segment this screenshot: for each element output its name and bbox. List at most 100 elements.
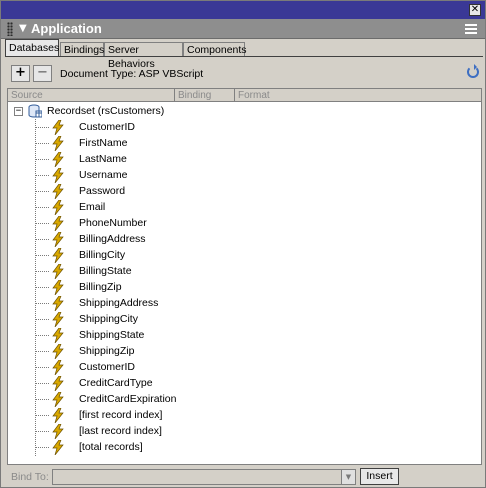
- column-binding[interactable]: Binding: [175, 89, 235, 102]
- field-label: CustomerID: [79, 121, 136, 133]
- field-item[interactable]: Email: [8, 199, 308, 216]
- document-type-label: Document Type: ASP VBScript: [60, 68, 204, 80]
- application-panel-window: ✕ ▼ Application Databases Bindings Serve…: [0, 0, 486, 488]
- column-header-row: Source Binding Format: [8, 89, 481, 102]
- tree-connector: [36, 351, 50, 352]
- field-item[interactable]: BillingState: [8, 263, 308, 280]
- tree-connector: [36, 159, 50, 160]
- field-item[interactable]: CustomerID: [8, 359, 308, 376]
- field-label: [first record index]: [79, 409, 163, 421]
- lightning-bolt-icon: [51, 359, 65, 376]
- tab-bindings[interactable]: Bindings: [60, 42, 104, 57]
- panel-header[interactable]: ▼ Application: [1, 19, 485, 39]
- options-menu-icon[interactable]: [465, 24, 477, 34]
- field-item[interactable]: BillingZip: [8, 279, 308, 296]
- lightning-bolt-icon: [51, 327, 65, 344]
- remove-button[interactable]: −: [33, 65, 52, 82]
- tab-components[interactable]: Components: [183, 42, 247, 57]
- add-button[interactable]: +: [11, 65, 30, 82]
- field-item[interactable]: ShippingState: [8, 327, 308, 344]
- close-button[interactable]: ✕: [469, 4, 481, 16]
- tab-databases[interactable]: Databases: [5, 39, 59, 57]
- field-label: BillingCity: [79, 249, 126, 261]
- bind-to-dropdown[interactable]: ▼: [52, 469, 356, 485]
- tree-connector: [36, 239, 50, 240]
- field-item[interactable]: BillingCity: [8, 247, 308, 264]
- field-label: CreditCardType: [79, 377, 153, 389]
- tree-connector: [36, 143, 50, 144]
- tree-connector: [36, 287, 50, 288]
- tab-server-behaviors[interactable]: Server Behaviors: [104, 42, 183, 70]
- field-label: [last record index]: [79, 425, 162, 437]
- tree-connector: [36, 367, 50, 368]
- bind-to-label: Bind To:: [11, 471, 49, 483]
- lightning-bolt-icon: [51, 231, 65, 248]
- field-item[interactable]: [first record index]: [8, 407, 308, 424]
- refresh-icon[interactable]: [467, 64, 479, 78]
- tree-connector: [36, 415, 50, 416]
- lightning-bolt-icon: [51, 263, 65, 280]
- tree-connector: [36, 271, 50, 272]
- panel-title[interactable]: Application: [31, 21, 102, 36]
- field-label: [total records]: [79, 441, 143, 453]
- tree-connector: [36, 431, 50, 432]
- lightning-bolt-icon: [51, 135, 65, 152]
- field-label: Email: [79, 201, 106, 213]
- toolbar: + − Document Type: ASP VBScript: [5, 59, 483, 87]
- lightning-bolt-icon: [51, 295, 65, 312]
- lightning-bolt-icon: [51, 343, 65, 360]
- field-item[interactable]: CreditCardType: [8, 375, 308, 392]
- tree-connector: [36, 175, 50, 176]
- field-item[interactable]: FirstName: [8, 135, 308, 152]
- field-item[interactable]: CreditCardExpiration: [8, 391, 308, 408]
- lightning-bolt-icon: [51, 215, 65, 232]
- lightning-bolt-icon: [51, 375, 65, 392]
- field-label: ShippingZip: [79, 345, 135, 357]
- field-label: BillingState: [79, 265, 132, 277]
- field-label: Password: [79, 185, 126, 197]
- field-item[interactable]: ShippingZip: [8, 343, 308, 360]
- insert-button[interactable]: Insert: [360, 468, 399, 485]
- bindings-tree-panel[interactable]: Source Binding Format − Recordset (rsCus…: [7, 88, 482, 465]
- field-item[interactable]: LastName: [8, 151, 308, 168]
- tree-connector: [36, 383, 50, 384]
- field-item[interactable]: PhoneNumber: [8, 215, 308, 232]
- triangle-down-icon[interactable]: ▼: [19, 23, 27, 34]
- recordset-node[interactable]: − Recordset (rsCustomers): [8, 103, 308, 119]
- lightning-bolt-icon: [51, 391, 65, 408]
- lightning-bolt-icon: [51, 311, 65, 328]
- lightning-bolt-icon: [51, 119, 65, 136]
- lightning-bolt-icon: [51, 407, 65, 424]
- database-icon: [28, 104, 42, 118]
- tree-connector: [36, 399, 50, 400]
- field-item[interactable]: ShippingAddress: [8, 295, 308, 312]
- field-item[interactable]: BillingAddress: [8, 231, 308, 248]
- field-item[interactable]: Password: [8, 183, 308, 200]
- drag-grip-icon[interactable]: [7, 22, 13, 36]
- chevron-down-icon[interactable]: ▼: [341, 470, 355, 484]
- field-label: ShippingState: [79, 329, 145, 341]
- collapse-toggle-icon[interactable]: −: [14, 107, 23, 116]
- field-label: ShippingCity: [79, 313, 138, 325]
- bind-to-bar: Bind To: ▼ Insert: [5, 467, 483, 487]
- recordset-label: Recordset (rsCustomers): [47, 105, 165, 117]
- column-format[interactable]: Format: [235, 89, 481, 102]
- tree-connector: [36, 303, 50, 304]
- field-label: CustomerID: [79, 361, 136, 373]
- tree-view: − Recordset (rsCustomers) CustomerID Firs…: [8, 103, 481, 463]
- field-item[interactable]: [total records]: [8, 439, 308, 456]
- column-source[interactable]: Source: [8, 89, 175, 102]
- field-item[interactable]: [last record index]: [8, 423, 308, 440]
- field-label: BillingAddress: [79, 233, 146, 245]
- lightning-bolt-icon: [51, 247, 65, 264]
- tab-divider: [5, 56, 483, 57]
- window-title-bar[interactable]: ✕: [1, 1, 485, 19]
- field-label: ShippingAddress: [79, 297, 159, 309]
- field-item[interactable]: Username: [8, 167, 308, 184]
- field-item[interactable]: ShippingCity: [8, 311, 308, 328]
- field-label: CreditCardExpiration: [79, 393, 177, 405]
- field-label: BillingZip: [79, 281, 122, 293]
- lightning-bolt-icon: [51, 151, 65, 168]
- field-item[interactable]: CustomerID: [8, 119, 308, 136]
- lightning-bolt-icon: [51, 183, 65, 200]
